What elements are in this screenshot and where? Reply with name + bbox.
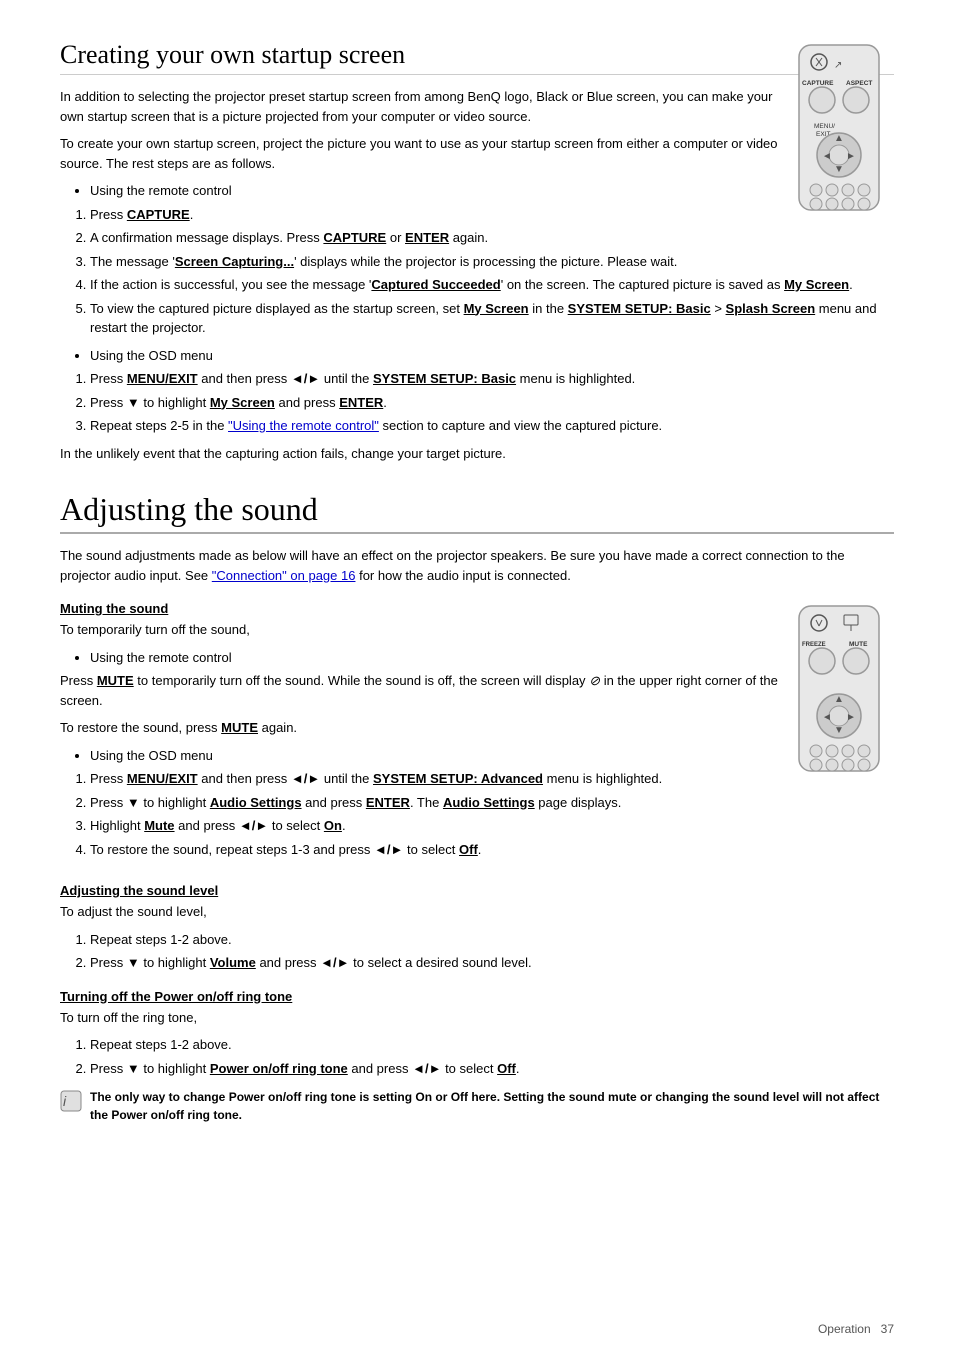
section-creating-startup: ↗ CAPTURE ASPECT MENU/ EXIT ▲ ▼ ◄ ►	[60, 40, 894, 471]
section2-title: Adjusting the sound	[60, 491, 894, 534]
subsection1-remote-text: Press MUTE to temporarily turn off the s…	[60, 671, 894, 710]
note-text: The only way to change Power on/off ring…	[90, 1088, 894, 1124]
section1-osd-steps: Press MENU/EXIT and then press ◄/► until…	[90, 369, 894, 436]
subsection-ring-tone: Turning off the Power on/off ring tone T…	[60, 989, 894, 1079]
svg-text:►: ►	[846, 151, 856, 162]
section1-osd-step2: Press ▼ to highlight My Screen and press…	[90, 393, 894, 413]
section1-step4: If the action is successful, you see the…	[90, 275, 894, 295]
subsection-muting: FREEZE MUTE ▲ ▼ ◄ ►	[60, 601, 894, 867]
subsection3-step1: Repeat steps 1-2 above.	[90, 1035, 894, 1055]
note-box: i The only way to change Power on/off ri…	[60, 1088, 894, 1132]
section1-intro1: In addition to selecting the projector p…	[60, 87, 894, 126]
subsection1-osd-step3: Highlight Mute and press ◄/► to select O…	[90, 816, 894, 836]
svg-text:▲: ▲	[834, 694, 844, 705]
svg-text:FREEZE: FREEZE	[802, 642, 826, 648]
remote-image-top: ↗ CAPTURE ASPECT MENU/ EXIT ▲ ▼ ◄ ►	[794, 40, 894, 218]
subsection1-osd-step2: Press ▼ to highlight Audio Settings and …	[90, 793, 894, 813]
svg-text:▲: ▲	[834, 133, 844, 144]
subsection2-step1: Repeat steps 1-2 above.	[90, 930, 894, 950]
section-adjusting-sound: Adjusting the sound The sound adjustment…	[60, 491, 894, 1132]
svg-text:◄: ◄	[822, 712, 832, 723]
section1-osd-step1: Press MENU/EXIT and then press ◄/► until…	[90, 369, 894, 389]
svg-text:CAPTURE: CAPTURE	[802, 80, 834, 87]
svg-text:◄: ◄	[822, 151, 832, 162]
subsection1-remote-bullet: Using the remote control	[90, 648, 894, 668]
subsection1-title: Muting the sound	[60, 601, 894, 616]
page-footer: Operation 37	[818, 1322, 894, 1336]
section1-remote-steps: Press CAPTURE. A confirmation message di…	[90, 205, 894, 338]
subsection1-osd-step1: Press MENU/EXIT and then press ◄/► until…	[90, 769, 894, 789]
section1-step3: The message 'Screen Capturing...' displa…	[90, 252, 894, 272]
subsection3-title: Turning off the Power on/off ring tone	[60, 989, 894, 1004]
section1-step1: Press CAPTURE.	[90, 205, 894, 225]
section1-title: Creating your own startup screen	[60, 40, 894, 75]
section1-remote-bullet-list: Using the remote control	[90, 181, 894, 201]
subsection2-steps: Repeat steps 1-2 above. Press ▼ to highl…	[90, 930, 894, 973]
section1-osd-bullet-list: Using the OSD menu	[90, 346, 894, 366]
subsection1-intro: To temporarily turn off the sound,	[60, 620, 894, 640]
svg-text:ASPECT: ASPECT	[846, 80, 872, 87]
subsection1-remote-bullet-list: Using the remote control	[90, 648, 894, 668]
svg-text:▼: ▼	[834, 164, 844, 175]
section1-osd-bullet: Using the OSD menu	[90, 346, 894, 366]
section1-intro2: To create your own startup screen, proje…	[60, 134, 894, 173]
subsection3-intro: To turn off the ring tone,	[60, 1008, 894, 1028]
subsection2-step2: Press ▼ to highlight Volume and press ◄/…	[90, 953, 894, 973]
subsection2-intro: To adjust the sound level,	[60, 902, 894, 922]
subsection3-step2: Press ▼ to highlight Power on/off ring t…	[90, 1059, 894, 1079]
section1-osd-note: In the unlikely event that the capturing…	[60, 444, 894, 464]
subsection1-osd-bullet-list: Using the OSD menu	[90, 746, 894, 766]
subsection3-steps: Repeat steps 1-2 above. Press ▼ to highl…	[90, 1035, 894, 1078]
section1-step5: To view the captured picture displayed a…	[90, 299, 894, 338]
svg-text:▼: ▼	[834, 725, 844, 736]
footer-label: Operation	[818, 1322, 871, 1336]
svg-text:MUTE: MUTE	[849, 641, 868, 648]
remote-image-mid: FREEZE MUTE ▲ ▼ ◄ ►	[794, 601, 894, 779]
note-icon: i	[60, 1090, 82, 1117]
subsection2-title: Adjusting the sound level	[60, 883, 894, 898]
svg-text:↗: ↗	[834, 60, 842, 71]
svg-text:MENU/: MENU/	[814, 123, 835, 130]
subsection1-osd-bullet: Using the OSD menu	[90, 746, 894, 766]
section1-step2: A confirmation message displays. Press C…	[90, 228, 894, 248]
subsection1-osd-step4: To restore the sound, repeat steps 1-3 a…	[90, 840, 894, 860]
svg-text:►: ►	[846, 712, 856, 723]
subsection1-restore-text: To restore the sound, press MUTE again.	[60, 718, 894, 738]
footer-page-number: 37	[881, 1322, 894, 1336]
section1-remote-bullet: Using the remote control	[90, 181, 894, 201]
section1-osd-step3: Repeat steps 2-5 in the "Using the remot…	[90, 416, 894, 436]
section2-intro: The sound adjustments made as below will…	[60, 546, 894, 585]
subsection-sound-level: Adjusting the sound level To adjust the …	[60, 883, 894, 973]
subsection1-osd-steps: Press MENU/EXIT and then press ◄/► until…	[90, 769, 894, 859]
